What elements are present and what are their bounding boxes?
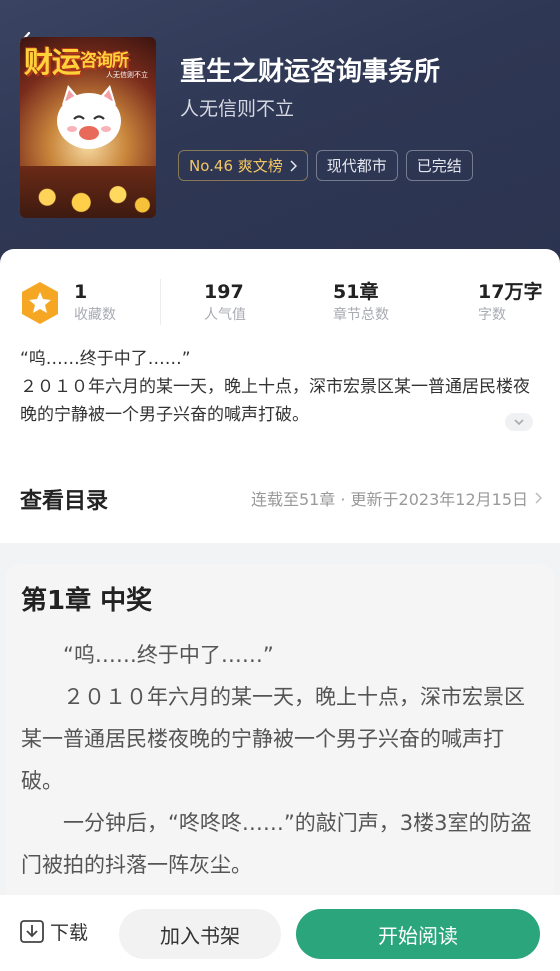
chevron-down-icon	[514, 419, 524, 426]
book-cover[interactable]: 财运咨询所 人无信则不立	[20, 37, 156, 218]
coins-illustration	[20, 166, 156, 218]
cover-tagline: 人无信则不立	[106, 71, 148, 79]
download-icon	[20, 920, 44, 943]
expand-intro-button[interactable]	[505, 413, 533, 431]
star-badge-icon	[22, 282, 58, 324]
book-info-card: 1 收藏数 197 人气值 51章 章节总数 17万字 字数 “呜……终于中了……	[0, 249, 560, 543]
stat-chapters: 51章 章节总数	[333, 281, 389, 323]
stat-words: 17万字 字数	[478, 281, 543, 323]
add-to-shelf-button[interactable]: 加入书架	[119, 909, 281, 959]
chevron-right-icon	[535, 492, 542, 504]
toc-title: 查看目录	[20, 489, 109, 514]
bottom-action-bar: 下载 加入书架 开始阅读	[0, 895, 560, 971]
toc-update-info: 连载至51章 · 更新于2023年12月15日	[251, 486, 542, 510]
stats-divider	[160, 279, 161, 325]
chapter-preview[interactable]: 第1章 中奖 “呜……终于中了……” ２０１０年六月的某一天，晚上十点，深市宏景…	[5, 564, 555, 904]
book-header: 财运咨询所 人无信则不立 重生之财运咨询事务所 人无信则不立 No.46 爽文榜…	[0, 0, 560, 270]
chapter-text: “呜……终于中了……” ２０１０年六月的某一天，晚上十点，深市宏景区某一普通居民…	[21, 643, 532, 877]
stats-row: 1 收藏数 197 人气值 51章 章节总数 17万字 字数	[0, 279, 560, 329]
lucky-cat-illustration	[57, 85, 121, 149]
genre-tag[interactable]: 现代都市	[315, 150, 398, 181]
chapter-title: 第1章 中奖	[21, 586, 153, 616]
book-title: 重生之财运咨询事务所	[180, 57, 441, 87]
chevron-right-icon	[290, 159, 297, 172]
book-tags: No.46 爽文榜 现代都市 已完结	[178, 150, 473, 181]
download-button[interactable]: 下载	[18, 917, 88, 945]
stat-favorites: 1 收藏数	[74, 281, 116, 323]
book-intro[interactable]: “呜……终于中了……” ２０１０年六月的某一天，晚上十点，深市宏景区某一普通居民…	[20, 345, 540, 429]
table-of-contents-row[interactable]: 查看目录 连载至51章 · 更新于2023年12月15日	[0, 477, 560, 521]
start-reading-button[interactable]: 开始阅读	[296, 909, 540, 959]
stat-popularity: 197 人气值	[204, 281, 246, 323]
rank-tag[interactable]: No.46 爽文榜	[178, 150, 308, 181]
status-tag: 已完结	[405, 150, 473, 181]
book-subtitle: 人无信则不立	[180, 98, 295, 120]
